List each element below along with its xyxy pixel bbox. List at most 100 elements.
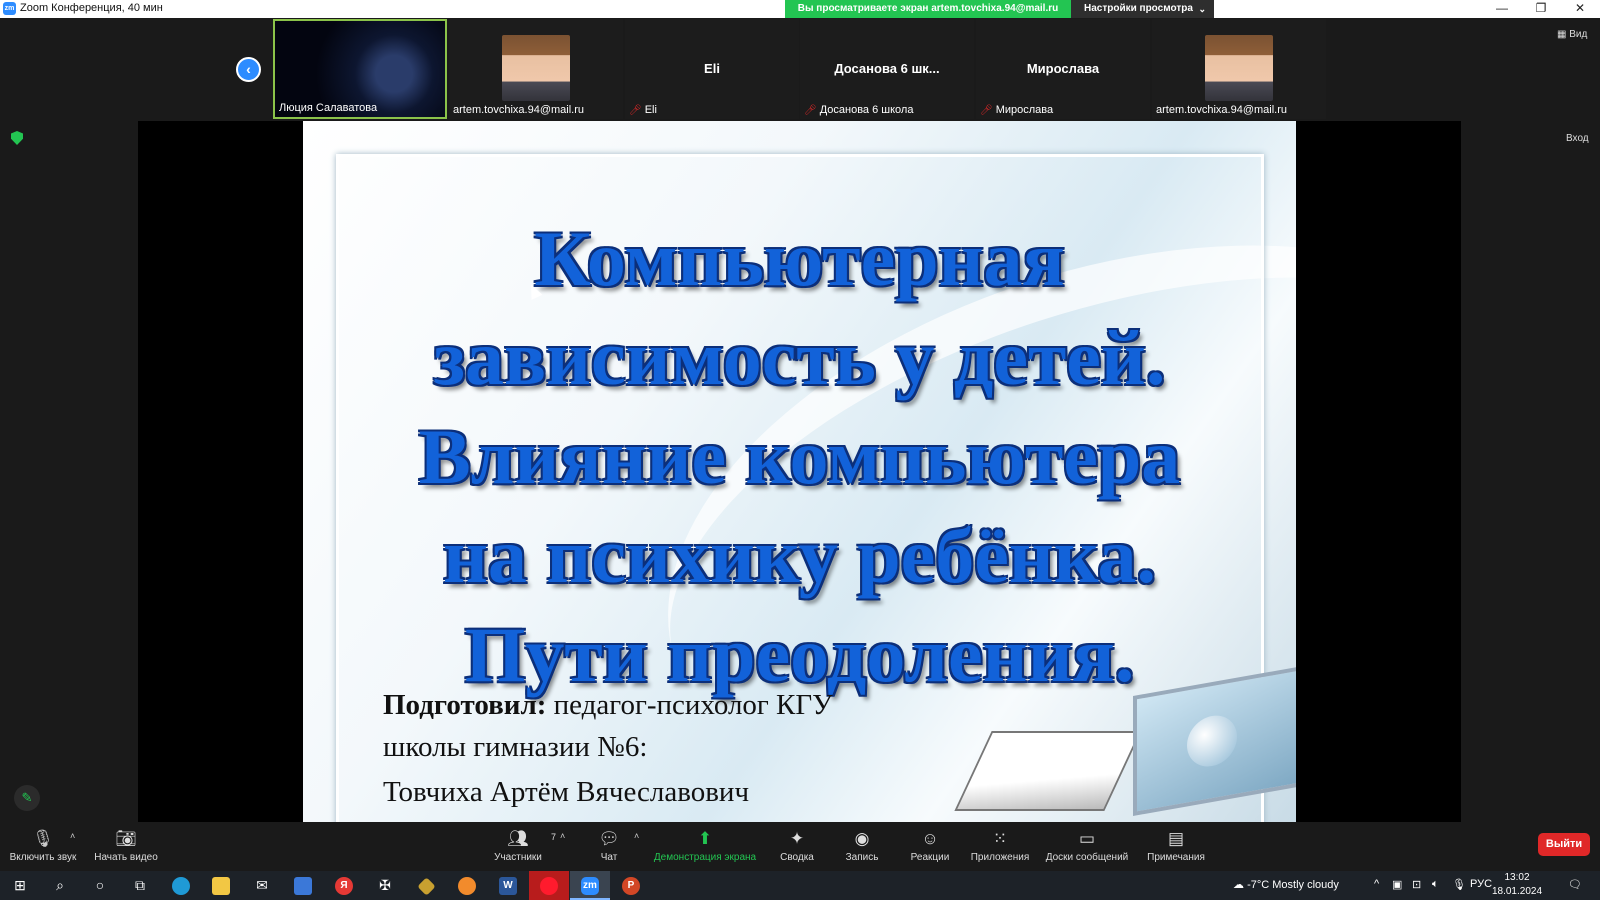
mic-muted-icon: 🎤︎ (629, 105, 642, 116)
game-launcher-icon[interactable] (406, 871, 446, 900)
tray-meet-now-icon[interactable]: ▣ (1392, 878, 1402, 891)
minimize-button[interactable]: — (1482, 0, 1522, 18)
cloud-icon: ☁ (1233, 879, 1248, 891)
view-settings-label: Настройки просмотра (1084, 3, 1193, 14)
slide-author-school: школы гимназии №6: (383, 731, 648, 763)
word-icon[interactable]: W (488, 871, 528, 900)
reactions-button[interactable]: ☺ Реакции (908, 828, 952, 863)
apps-button[interactable]: ⁙ Приложения (968, 828, 1032, 863)
share-screen-label: Демонстрация экрана (653, 852, 757, 863)
audio-options-caret[interactable]: ˄ (70, 831, 75, 841)
participants-button[interactable]: 👥︎ 7 Участники (490, 828, 556, 863)
participant-name: Досанова 6 школа (819, 104, 914, 116)
participant-avatar (1205, 35, 1273, 101)
participants-options-caret[interactable]: ˄ (560, 831, 565, 841)
participant-tile[interactable]: Люция Салаватова (273, 19, 447, 119)
author-prefix: Подготовил: (383, 689, 547, 721)
share-screen-button[interactable]: ⬆ Демонстрация экрана (652, 828, 758, 863)
zoom-app-icon: zm (3, 2, 16, 15)
share-screen-icon: ⬆ (697, 829, 713, 848)
participants-icon: 👥︎ 7 (490, 828, 556, 850)
summary-label: Сводка (780, 852, 814, 863)
slide-title-line: Влияние компьютера (418, 413, 1181, 500)
taskbar-clock[interactable]: 13:02 18.01.2024 (1491, 871, 1543, 899)
login-button[interactable]: Вход (1566, 133, 1589, 144)
slide-author-line: Подготовил: педагог-психолог КГУ (383, 689, 833, 722)
view-button[interactable]: ▦ Вид (1557, 29, 1587, 40)
reactions-icon: ☺ (921, 829, 939, 848)
windows-start-icon[interactable]: ⊞ (0, 871, 40, 900)
game-app-icon[interactable]: ✠ (365, 871, 405, 900)
participant-tile[interactable]: Досанова 6 шк... 🎤︎ Досанова 6 школа (800, 19, 974, 119)
chat-app-icon[interactable] (447, 871, 487, 900)
participant-name: Eli (644, 104, 657, 116)
edge-browser-icon[interactable] (161, 871, 201, 900)
participant-name: Люция Салаватова (279, 102, 378, 114)
whiteboards-label: Доски сообщений (1045, 852, 1129, 863)
mic-off-icon: 🎙︎ (32, 829, 54, 848)
previous-page-button[interactable]: ‹ (236, 57, 261, 82)
search-icon[interactable]: ⌕ (40, 871, 80, 900)
network-icon[interactable]: ⊡ (1412, 878, 1421, 891)
participant-tile[interactable]: artem.tovchixa.94@mail.ru (449, 19, 623, 119)
participant-display-name: Досанова 6 шк... (834, 61, 940, 76)
leave-button[interactable]: Выйти (1538, 833, 1590, 856)
participant-tile[interactable]: artem.tovchixa.94@mail.ru (1152, 19, 1326, 119)
record-icon: ◉ (854, 829, 870, 848)
language-indicator[interactable]: РУС (1470, 878, 1492, 890)
microphone-icon[interactable]: 🎙︎ (1452, 878, 1466, 891)
task-view-icon[interactable]: ⧉ (120, 871, 160, 900)
unmute-button[interactable]: 🎙︎ Включить звук (8, 828, 78, 863)
mic-muted-icon: 🎤︎ (804, 105, 817, 116)
whiteboard-icon: ▭ (1078, 829, 1096, 848)
yandex-browser-icon[interactable]: Я (324, 871, 364, 900)
weather-temp: -7°C (1247, 879, 1270, 891)
slide-title-line: Компьютерная (534, 215, 1065, 302)
chat-icon: 💬︎ (598, 829, 620, 848)
video-off-icon: 📷︎ (115, 829, 137, 848)
start-video-button[interactable]: 📷︎ Начать видео (90, 828, 162, 863)
mail-icon[interactable]: ✉ (242, 871, 282, 900)
apps-icon: ⁙ (992, 829, 1008, 848)
view-settings-dropdown[interactable]: Настройки просмотра ⌄ (1071, 0, 1214, 18)
store-icon[interactable] (283, 871, 323, 900)
chat-options-caret[interactable]: ˄ (634, 831, 639, 841)
powerpoint-icon[interactable]: P (611, 871, 651, 900)
participant-name: Мирослава (995, 104, 1054, 116)
participant-avatar (502, 35, 570, 101)
participant-name: artem.tovchixa.94@mail.ru (1156, 104, 1287, 116)
start-video-label: Начать видео (94, 852, 158, 863)
screen-share-banner: Вы просматриваете экран artem.tovchixa.9… (785, 0, 1071, 18)
participant-tile[interactable]: Eli 🎤︎ Eli (625, 19, 799, 119)
summary-icon: ✦ (789, 829, 805, 848)
opera-browser-icon[interactable] (529, 871, 569, 900)
record-label: Запись (845, 852, 879, 863)
participant-display-name: Мирослава (1026, 61, 1100, 76)
summary-button[interactable]: ✦ Сводка (776, 828, 818, 863)
security-shield-icon (11, 131, 23, 145)
participant-tile[interactable]: Мирослава 🎤︎ Мирослава (976, 19, 1150, 119)
chat-button[interactable]: 💬︎ Чат (594, 828, 624, 863)
tray-chevron-up-icon[interactable]: ^ (1374, 878, 1379, 890)
slide-title-line: на психику ребёнка. (442, 512, 1157, 599)
zoom-taskbar-icon[interactable]: zm (570, 871, 610, 900)
window-title: Zoom Конференция, 40 мин (20, 2, 163, 14)
slide-title: Компьютерная зависимость у детей. Влияни… (303, 209, 1296, 704)
close-button[interactable]: ✕ (1560, 0, 1600, 18)
annotate-pencil-icon[interactable]: ✎ (14, 785, 40, 811)
whiteboards-button[interactable]: ▭ Доски сообщений (1043, 828, 1131, 863)
cortana-icon[interactable]: ○ (80, 871, 120, 900)
record-button[interactable]: ◉ Запись (840, 828, 884, 863)
weather-widget[interactable]: ☁ -7°C Mostly cloudy (1233, 878, 1339, 891)
volume-icon[interactable]: 🔈︎ (1432, 878, 1439, 891)
notes-label: Примечания (1147, 852, 1205, 863)
notifications-icon[interactable]: 🗨︎ (1568, 878, 1582, 891)
restore-button[interactable]: ❐ (1521, 0, 1561, 18)
notes-icon: ▤ (1167, 829, 1185, 848)
file-explorer-icon[interactable] (201, 871, 241, 900)
participant-name: artem.tovchixa.94@mail.ru (453, 104, 584, 116)
slide-title-line: зависимость у детей. (433, 314, 1166, 401)
participants-count: 7 (550, 832, 556, 842)
notes-button[interactable]: ▤ Примечания (1145, 828, 1207, 863)
grid-icon: ▦ (1557, 29, 1570, 40)
